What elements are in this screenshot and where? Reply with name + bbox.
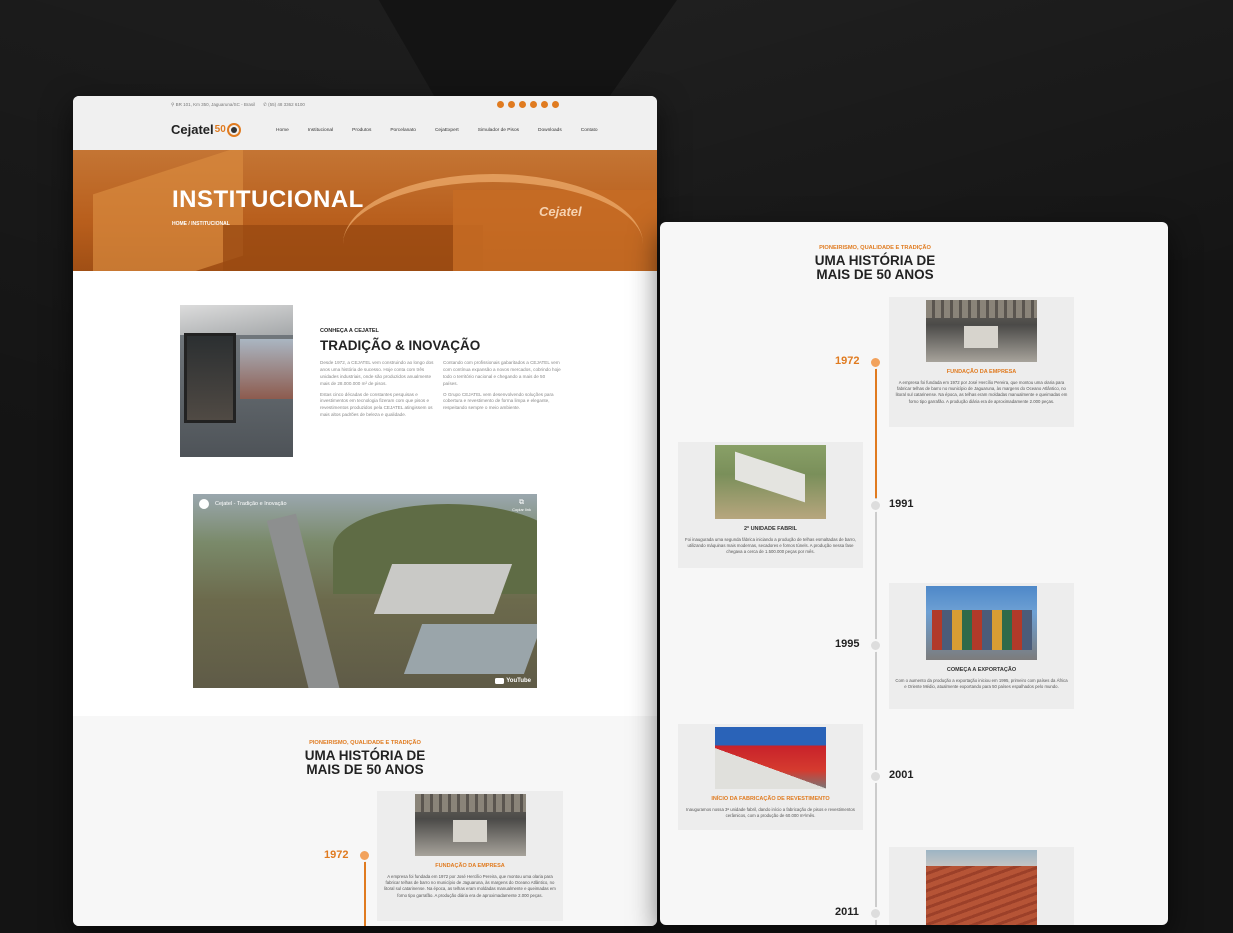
hero-arch xyxy=(343,174,643,271)
breadcrumb[interactable]: HOME / INSTITUCIONAL xyxy=(172,221,230,227)
history-header: PIONEIRISMO, QUALIDADE E TRADIÇÃO UMA HI… xyxy=(660,245,1090,282)
timeline-card-1995: COMEÇA A EXPORTAÇÃO Com o aumento da pro… xyxy=(889,583,1074,709)
nav-porcelanato[interactable]: Porcelanato xyxy=(390,128,416,133)
about-paragraph: Estas cinco décadas de constantes pesqui… xyxy=(320,391,433,418)
timeline-year: 1995 xyxy=(835,638,860,650)
timeline-card: FUNDAÇÃO DA EMPRESA A empresa foi fundad… xyxy=(377,791,563,921)
phone-info[interactable]: ✆ (55) 48 3362 6100 xyxy=(263,102,305,108)
timeline-year: 2001 xyxy=(889,769,914,781)
timeline-line xyxy=(875,498,877,925)
calendar-icon xyxy=(869,639,882,652)
topbar: ⚲ BR 101, Km 350, Jaguaruna/SC - Brasil … xyxy=(171,102,305,108)
about-column-1: Desde 1972, a CEJATEL vem construindo ao… xyxy=(320,360,438,423)
social-links xyxy=(497,101,559,108)
whatsapp-icon[interactable] xyxy=(552,101,559,108)
photo-window xyxy=(184,333,236,423)
timeline-card-2001: INÍCIO DA FABRICAÇÃO DE REVESTIMENTO Ina… xyxy=(678,724,863,830)
pinterest-icon[interactable] xyxy=(541,101,548,108)
page-title: INSTITUCIONAL xyxy=(172,186,364,213)
event-photo xyxy=(926,586,1037,660)
site-header: ⚲ BR 101, Km 350, Jaguaruna/SC - Brasil … xyxy=(73,96,657,150)
logo-badge: 50 xyxy=(214,124,226,135)
nav-simulador[interactable]: Simulador de Pisos xyxy=(478,128,519,133)
about-paragraph: Desde 1972, a CEJATEL vem construindo ao… xyxy=(320,360,434,386)
history-title: UMA HISTÓRIA DE MAIS DE 50 ANOS xyxy=(814,253,936,283)
history-kicker: PIONEIRISMO, QUALIDADE E TRADIÇÃO xyxy=(819,245,931,251)
logo-50-icon xyxy=(226,122,241,137)
timeline-card-1972: FUNDAÇÃO DA EMPRESA A empresa foi fundad… xyxy=(889,297,1074,427)
timeline-card-2011 xyxy=(889,847,1074,925)
event-description: A empresa foi fundada em 1972 por José H… xyxy=(384,874,556,898)
copy-icon: ⧉ xyxy=(519,499,525,506)
event-photo xyxy=(715,727,826,789)
photo-view xyxy=(240,339,293,399)
event-title: 2ª UNIDADE FABRIL xyxy=(743,526,798,532)
nav-downloads[interactable]: Downloads xyxy=(538,128,562,133)
event-photo xyxy=(715,445,826,519)
phone-icon: ✆ xyxy=(263,102,267,107)
history-kicker: PIONEIRISMO, QUALIDADE E TRADIÇÃO xyxy=(309,740,421,746)
location-info: ⚲ BR 101, Km 350, Jaguaruna/SC - Brasil xyxy=(171,102,256,107)
hero-banner: Cejatel INSTITUCIONAL HOME / INSTITUCION… xyxy=(73,150,657,271)
event-title: COMEÇA A EXPORTAÇÃO xyxy=(946,667,1017,673)
map-pin-icon: ⚲ xyxy=(171,102,175,107)
calendar-icon xyxy=(358,849,371,862)
linkedin-icon[interactable] xyxy=(530,101,537,108)
event-photo xyxy=(414,794,526,856)
facebook-icon[interactable] xyxy=(497,101,504,108)
timeline-card-1991: 2ª UNIDADE FABRIL Foi inaugurada uma seg… xyxy=(678,442,863,568)
event-description: Com o aumento da produção a exportação i… xyxy=(895,678,1068,690)
event-title: FUNDAÇÃO DA EMPRESA xyxy=(435,863,505,869)
about-column-2: Contando com profissionais gabaritados a… xyxy=(443,360,561,416)
event-description: Inauguramos nossa 3ª unidade fabril, dan… xyxy=(686,807,855,819)
calendar-icon xyxy=(869,356,882,369)
timeline-year: 2011 xyxy=(835,906,859,918)
history-section: PIONEIRISMO, QUALIDADE E TRADIÇÃO UMA HI… xyxy=(73,716,657,926)
event-photo xyxy=(926,300,1037,362)
about-paragraph: Contando com profissionais gabaritados a… xyxy=(443,360,561,386)
event-title: FUNDAÇÃO DA EMPRESA xyxy=(946,369,1017,375)
page-mockup-right: PIONEIRISMO, QUALIDADE E TRADIÇÃO UMA HI… xyxy=(660,222,1168,925)
calendar-icon xyxy=(869,499,882,512)
about-kicker: CONHEÇA A CEJATEL xyxy=(320,328,379,334)
timeline-year: 1991 xyxy=(889,498,914,510)
event-description: A empresa foi fundada em 1972 por José H… xyxy=(895,380,1068,404)
youtube-icon[interactable] xyxy=(519,101,526,108)
video-factory xyxy=(373,564,513,614)
youtube-logo[interactable]: YouTube xyxy=(495,678,531,684)
about-title: TRADIÇÃO & INOVAÇÃO xyxy=(320,338,481,353)
timeline-year: 1972 xyxy=(324,849,349,861)
page-mockup-left: ⚲ BR 101, Km 350, Jaguaruna/SC - Brasil … xyxy=(73,96,657,926)
video-lot xyxy=(403,624,537,674)
about-paragraph: O Grupo CEJATEL vem desenvolvendo soluçõ… xyxy=(443,391,554,411)
event-description: Foi inaugurada uma segunda fábrica inici… xyxy=(684,537,857,555)
channel-avatar[interactable] xyxy=(199,499,209,509)
timeline-line xyxy=(364,853,366,926)
instagram-icon[interactable] xyxy=(508,101,515,108)
youtube-icon xyxy=(495,678,505,684)
nav-home[interactable]: Home xyxy=(276,128,289,133)
copy-link-button[interactable]: ⧉ Copiar link xyxy=(512,499,531,512)
hero-brand: Cejatel xyxy=(539,204,582,219)
about-photo xyxy=(180,305,293,457)
nav-contato[interactable]: Contato xyxy=(581,128,598,133)
photo-ceiling xyxy=(180,305,293,335)
calendar-icon xyxy=(869,907,882,920)
history-title: UMA HISTÓRIA DE MAIS DE 50 ANOS xyxy=(304,748,426,778)
nav-institucional[interactable]: Institucional xyxy=(308,128,333,133)
calendar-icon xyxy=(869,770,882,783)
event-title: INÍCIO DA FABRICAÇÃO DE REVESTIMENTO xyxy=(711,796,830,802)
timeline-line xyxy=(875,368,877,498)
video-title[interactable]: Cejatel - Tradição e Inovação xyxy=(199,499,287,509)
event-photo xyxy=(926,850,1037,925)
site-logo[interactable]: Cejatel 50 xyxy=(171,122,241,137)
video-player[interactable]: Cejatel - Tradição e Inovação ⧉ Copiar l… xyxy=(193,494,537,688)
main-nav: Home Institucional Produtos Porcelanato … xyxy=(276,128,617,133)
timeline-year: 1972 xyxy=(835,355,860,367)
nav-produtos[interactable]: Produtos xyxy=(352,128,371,133)
nav-cejaexpert[interactable]: CejaExpert xyxy=(435,128,459,133)
